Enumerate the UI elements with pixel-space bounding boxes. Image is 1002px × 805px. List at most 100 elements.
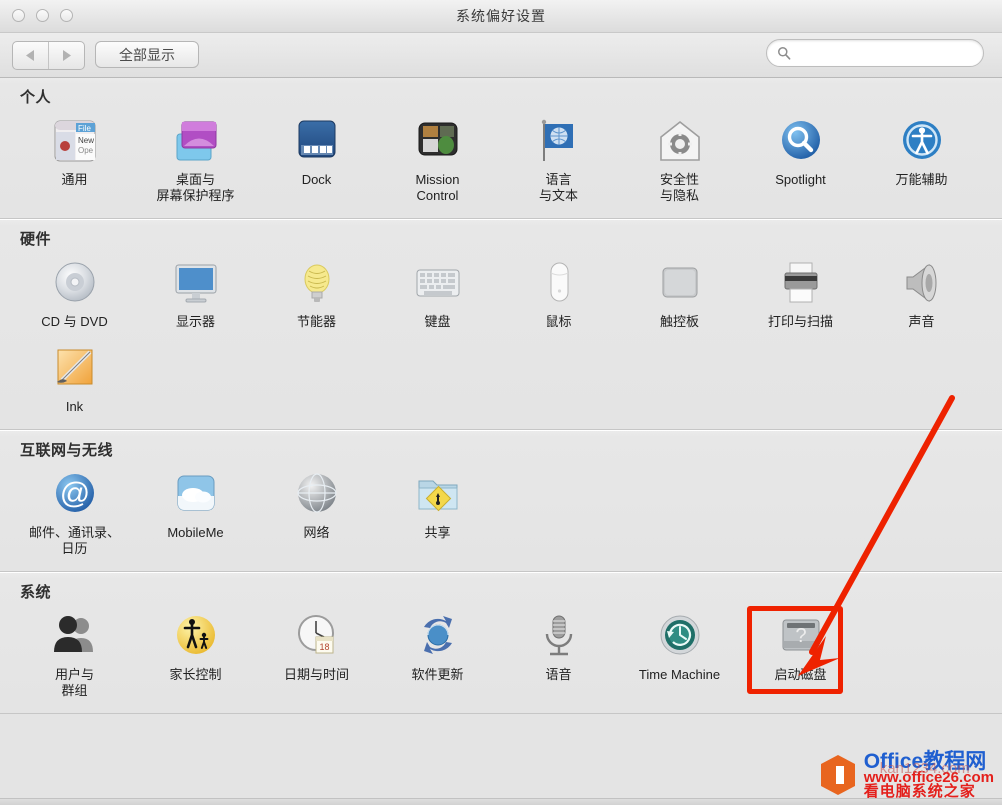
pref-pane-label: 日期与时间 bbox=[283, 667, 349, 682]
forward-button[interactable] bbox=[48, 42, 84, 69]
pref-pane-displays[interactable]: 显示器 bbox=[135, 251, 256, 336]
language-text-icon bbox=[533, 115, 585, 167]
show-all-button[interactable]: 全部显示 bbox=[95, 41, 199, 68]
section-title: 硬件 bbox=[20, 231, 52, 248]
preferences-content: 个人 File New Ope 通用 桌面与 屏幕保护程序 Dock Missi… bbox=[0, 78, 1002, 805]
pref-pane-language-text[interactable]: 语言 与文本 bbox=[498, 109, 619, 210]
trackpad-icon bbox=[654, 257, 706, 309]
pref-pane-mouse[interactable]: 鼠标 bbox=[498, 251, 619, 336]
pref-pane-label: 语言 与文本 bbox=[538, 172, 578, 203]
pref-pane-label: 桌面与 屏幕保护程序 bbox=[156, 172, 235, 203]
displays-icon bbox=[170, 257, 222, 309]
pref-pane-mission-control[interactable]: Mission Control bbox=[377, 109, 498, 210]
mission-control-icon bbox=[412, 115, 464, 167]
section-system: 系统 用户与 群组 家长控制 18 日期与时间 软件更新 语音 Time Mac… bbox=[0, 572, 1002, 714]
keyboard-icon bbox=[412, 257, 464, 309]
title-bar: 系统偏好设置 bbox=[0, 0, 1002, 33]
pref-pane-security-privacy[interactable]: 安全性 与隐私 bbox=[619, 109, 740, 210]
pref-pane-label: 触控板 bbox=[659, 314, 699, 329]
spotlight-icon bbox=[775, 115, 827, 167]
pref-pane-label: 邮件、通讯录、 日历 bbox=[28, 525, 120, 556]
pref-pane-mobileme[interactable]: MobileMe bbox=[135, 462, 256, 563]
pref-pane-time-machine[interactable]: Time Machine bbox=[619, 604, 740, 705]
section-personal: 个人 File New Ope 通用 桌面与 屏幕保护程序 Dock Missi… bbox=[0, 78, 1002, 219]
search-icon bbox=[778, 47, 791, 60]
mouse-icon bbox=[533, 257, 585, 309]
pref-pane-mail-contacts-calendars[interactable]: @ 邮件、通讯录、 日历 bbox=[14, 462, 135, 563]
sharing-icon bbox=[412, 468, 464, 520]
users-groups-icon bbox=[49, 610, 101, 662]
pref-pane-label: 语音 bbox=[545, 667, 572, 682]
section-grid: CD 与 DVD 显示器 节能器 键盘 鼠标 触控板 打印与扫描 声音 Ink bbox=[0, 251, 1002, 421]
general-icon: File New Ope bbox=[49, 115, 101, 167]
speech-icon bbox=[533, 610, 585, 662]
svg-text:?: ? bbox=[795, 625, 806, 647]
pref-pane-general[interactable]: File New Ope 通用 bbox=[14, 109, 135, 210]
cd-dvd-icon bbox=[49, 257, 101, 309]
pref-pane-label: 安全性 与隐私 bbox=[659, 172, 699, 203]
pref-pane-users-groups[interactable]: 用户与 群组 bbox=[14, 604, 135, 705]
sound-icon bbox=[896, 257, 948, 309]
section-grid: @ 邮件、通讯录、 日历 MobileMe 网络 共享 bbox=[0, 462, 1002, 563]
pref-pane-label: CD 与 DVD bbox=[41, 314, 108, 329]
pref-pane-software-update[interactable]: 软件更新 bbox=[377, 604, 498, 705]
network-icon bbox=[291, 468, 343, 520]
pref-pane-label: 软件更新 bbox=[411, 667, 464, 682]
pref-pane-label: 键盘 bbox=[424, 314, 451, 329]
pref-pane-ink[interactable]: Ink bbox=[14, 336, 135, 421]
pref-pane-desktop-screensaver[interactable]: 桌面与 屏幕保护程序 bbox=[135, 109, 256, 210]
pref-pane-speech[interactable]: 语音 bbox=[498, 604, 619, 705]
section-grid: 用户与 群组 家长控制 18 日期与时间 软件更新 语音 Time Machin… bbox=[0, 604, 1002, 705]
parental-controls-icon bbox=[170, 610, 222, 662]
pref-pane-accessibility[interactable]: 万能辅助 bbox=[861, 109, 982, 210]
pref-pane-sound[interactable]: 声音 bbox=[861, 251, 982, 336]
section-internet-wireless: 互联网与无线 @ 邮件、通讯录、 日历 MobileMe 网络 共享 bbox=[0, 430, 1002, 572]
section-grid: File New Ope 通用 桌面与 屏幕保护程序 Dock Mission … bbox=[0, 109, 1002, 210]
svg-text:File: File bbox=[78, 124, 91, 133]
pref-pane-label: 声音 bbox=[908, 314, 935, 329]
pref-pane-label: 万能辅助 bbox=[895, 172, 948, 187]
pref-pane-label: 共享 bbox=[424, 525, 451, 540]
pref-pane-spotlight[interactable]: Spotlight bbox=[740, 109, 861, 210]
pref-pane-label: 网络 bbox=[303, 525, 330, 540]
pref-pane-label: Mission Control bbox=[415, 172, 460, 203]
accessibility-icon bbox=[896, 115, 948, 167]
pref-pane-cd-dvd[interactable]: CD 与 DVD bbox=[14, 251, 135, 336]
software-update-icon bbox=[412, 610, 464, 662]
pref-pane-parental-controls[interactable]: 家长控制 bbox=[135, 604, 256, 705]
pref-pane-label: 节能器 bbox=[296, 314, 336, 329]
navigation-buttons bbox=[12, 41, 85, 70]
mobileme-icon bbox=[170, 468, 222, 520]
pref-pane-label: 显示器 bbox=[175, 314, 215, 329]
pref-pane-sharing[interactable]: 共享 bbox=[377, 462, 498, 563]
system-preferences-window: 系统偏好设置 全部显示 个人 File New Ope 通用 桌面与 屏幕保护程… bbox=[0, 0, 1002, 805]
security-privacy-icon bbox=[654, 115, 706, 167]
search-input[interactable] bbox=[791, 39, 983, 67]
section-title: 互联网与无线 bbox=[20, 442, 114, 459]
window-bottom-edge bbox=[0, 798, 1002, 805]
date-badge: 18 bbox=[319, 642, 329, 652]
svg-text:New: New bbox=[78, 136, 94, 145]
pref-pane-keyboard[interactable]: 键盘 bbox=[377, 251, 498, 336]
pref-pane-label: Spotlight bbox=[775, 172, 826, 187]
svg-text:Ope: Ope bbox=[78, 146, 94, 155]
pref-pane-label: Ink bbox=[65, 399, 84, 414]
pref-pane-label: 通用 bbox=[61, 172, 88, 187]
back-button[interactable] bbox=[13, 42, 48, 69]
pref-pane-trackpad[interactable]: 触控板 bbox=[619, 251, 740, 336]
pref-pane-label: MobileMe bbox=[167, 525, 224, 540]
triangle-left-icon bbox=[26, 50, 34, 61]
pref-pane-energy-saver[interactable]: 节能器 bbox=[256, 251, 377, 336]
pref-pane-startup-disk[interactable]: ? 启动磁盘 bbox=[740, 604, 861, 705]
pref-pane-network[interactable]: 网络 bbox=[256, 462, 377, 563]
pref-pane-print-scan[interactable]: 打印与扫描 bbox=[740, 251, 861, 336]
window-title: 系统偏好设置 bbox=[456, 8, 546, 24]
pref-pane-label: 家长控制 bbox=[169, 667, 222, 682]
pref-pane-dock[interactable]: Dock bbox=[256, 109, 377, 210]
pref-pane-label: Dock bbox=[301, 172, 332, 187]
search-field[interactable] bbox=[766, 39, 984, 67]
pref-pane-date-time[interactable]: 18 日期与时间 bbox=[256, 604, 377, 705]
pref-pane-label: Time Machine bbox=[638, 667, 721, 682]
startup-disk-icon: ? bbox=[775, 610, 827, 662]
date-time-icon: 18 bbox=[291, 610, 343, 662]
